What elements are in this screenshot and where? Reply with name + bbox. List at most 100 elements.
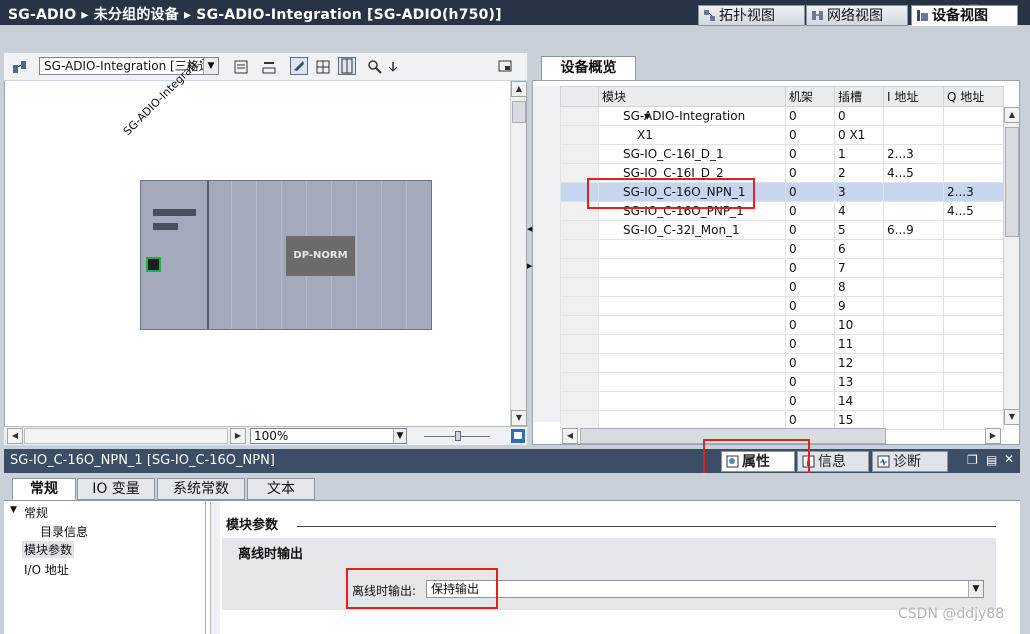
zoom-icon[interactable] <box>366 58 384 76</box>
editor-vertical-scrollbar[interactable]: ▲ ▼ <box>510 81 527 426</box>
cell-rack[interactable]: 0 <box>785 353 835 373</box>
cell-rack[interactable]: 0 <box>785 144 835 164</box>
scroll-thumb[interactable] <box>512 101 526 123</box>
tab-texts[interactable]: 文本 <box>247 478 315 500</box>
cell-q-address[interactable] <box>943 258 1004 278</box>
cell-module[interactable] <box>598 391 786 411</box>
cell-i-address[interactable] <box>883 277 944 297</box>
cell-rack[interactable]: 0 <box>785 277 835 297</box>
scroll-left-icon[interactable]: ◀ <box>7 428 23 444</box>
download-arrow-icon[interactable] <box>384 58 402 76</box>
table-row[interactable]: 0 11 <box>560 334 1004 354</box>
overview-navigator-icon[interactable] <box>510 428 526 444</box>
dp-norm-module[interactable]: DP-NORM <box>286 236 355 276</box>
cell-q-address[interactable] <box>943 277 1004 297</box>
cell-slot[interactable]: 4 <box>834 201 884 221</box>
expand-collapse-icon[interactable]: ▼ <box>644 112 650 121</box>
cell-module[interactable] <box>598 258 786 278</box>
cell-module[interactable] <box>598 296 786 316</box>
cell-i-address[interactable] <box>883 315 944 335</box>
scroll-up-icon[interactable]: ▲ <box>1004 107 1020 123</box>
cell-q-address[interactable] <box>943 391 1004 411</box>
nav-item-module-params[interactable]: 模块参数 <box>22 541 75 558</box>
scroll-right-icon[interactable]: ▶ <box>985 428 1001 444</box>
pointer-tool-icon[interactable] <box>290 57 308 75</box>
cell-slot[interactable]: 7 <box>834 258 884 278</box>
cell-rack[interactable]: 0 <box>785 182 835 202</box>
cell-slot[interactable]: 15 <box>834 410 884 430</box>
cell-i-address[interactable] <box>883 182 944 202</box>
cell-i-address[interactable] <box>883 410 944 430</box>
tab-network-view[interactable]: 网络视图 <box>806 5 908 26</box>
editor-horizontal-scrollbar[interactable] <box>24 428 228 444</box>
cell-i-address[interactable] <box>883 201 944 221</box>
table-row[interactable]: 07 <box>560 258 1004 278</box>
cell-slot[interactable]: 10 <box>834 315 884 335</box>
expand-right-icon[interactable]: ▶ <box>527 262 533 272</box>
cell-module[interactable] <box>598 277 786 297</box>
cell-q-address[interactable] <box>943 296 1004 316</box>
cell-module[interactable]: X1 <box>598 125 786 145</box>
overview-vertical-scrollbar[interactable]: ▲ ▼ <box>1003 107 1020 425</box>
col-header-i-address[interactable]: I 地址 <box>883 86 944 107</box>
scroll-down-icon[interactable]: ▼ <box>511 410 527 426</box>
col-header-q-address[interactable]: Q 地址 <box>943 86 1004 107</box>
table-row[interactable]: SG-ADIO-Integration ▼ 0 0 <box>560 106 1004 126</box>
nav-item-catalog-info[interactable]: 目录信息 <box>40 523 88 540</box>
cell-slot[interactable]: 6 <box>834 239 884 259</box>
cell-rack[interactable]: 0 <box>785 125 835 145</box>
cell-q-address[interactable] <box>943 163 1004 183</box>
cell-module[interactable] <box>598 239 786 259</box>
cell-rack[interactable]: 0 <box>785 334 835 354</box>
col-header-module[interactable]: 模块 <box>598 86 786 107</box>
cell-rack[interactable]: 0 <box>785 201 835 221</box>
cell-i-address[interactable]: 4...5 <box>883 163 944 183</box>
tab-topology-view[interactable]: 拓扑视图 <box>698 5 805 26</box>
table-row[interactable]: 0 14 <box>560 391 1004 411</box>
cell-rack[interactable]: 0 <box>785 106 835 126</box>
cell-rack[interactable]: 0 <box>785 315 835 335</box>
cell-i-address[interactable] <box>883 125 944 145</box>
cell-rack[interactable]: 0 <box>785 258 835 278</box>
tab-device-view[interactable]: 设备视图 <box>911 5 1018 26</box>
cell-slot[interactable]: 12 <box>834 353 884 373</box>
scroll-down-icon[interactable]: ▼ <box>1004 409 1020 425</box>
table-row[interactable]: SG-IO_C-32I_Mon_1 0 5 6...9 <box>560 220 1004 240</box>
cell-i-address[interactable] <box>883 353 944 373</box>
cell-q-address[interactable]: 2...3 <box>943 182 1004 202</box>
cell-module[interactable]: SG-ADIO-Integration ▼ <box>598 106 786 126</box>
cell-slot[interactable]: 14 <box>834 391 884 411</box>
cell-module[interactable] <box>598 334 786 354</box>
cell-rack[interactable]: 0 <box>785 372 835 392</box>
cell-q-address[interactable] <box>943 372 1004 392</box>
cell-slot[interactable]: 0 X1 <box>834 125 884 145</box>
cell-module[interactable] <box>598 353 786 373</box>
table-row[interactable]: 0 15 <box>560 410 1004 430</box>
cell-module[interactable] <box>598 410 786 430</box>
collapse-left-icon[interactable]: ◀ <box>527 225 533 235</box>
cell-q-address[interactable] <box>943 334 1004 354</box>
cell-i-address[interactable] <box>883 106 944 126</box>
col-header-slot[interactable]: 插槽 <box>834 86 884 107</box>
cell-q-address[interactable] <box>943 125 1004 145</box>
col-header-rack[interactable]: 机架 <box>785 86 835 107</box>
tab-system-constants[interactable]: 系统常数 <box>157 478 245 500</box>
zoom-slider-handle[interactable] <box>455 431 461 441</box>
cell-slot[interactable]: 2 <box>834 163 884 183</box>
port-icon[interactable] <box>146 257 161 272</box>
cell-slot[interactable]: 8 <box>834 277 884 297</box>
cell-i-address[interactable]: 2...3 <box>883 144 944 164</box>
module-list-icon[interactable] <box>232 58 250 76</box>
cell-i-address[interactable] <box>883 239 944 259</box>
name-label-icon[interactable] <box>260 58 278 76</box>
scroll-left-icon[interactable]: ◀ <box>562 428 578 444</box>
cell-rack[interactable]: 0 <box>785 239 835 259</box>
table-row[interactable]: 0 13 <box>560 372 1004 392</box>
cell-slot[interactable]: 13 <box>834 372 884 392</box>
minimize-panel-icon[interactable]: ▤ <box>986 453 997 467</box>
table-row[interactable]: SG-IO_C-16I_D_1 0 1 2...3 <box>560 144 1004 164</box>
overview-toggle-icon[interactable] <box>496 58 514 76</box>
cell-q-address[interactable] <box>943 353 1004 373</box>
cell-q-address[interactable] <box>943 144 1004 164</box>
tab-general[interactable]: 常规 <box>12 478 76 500</box>
